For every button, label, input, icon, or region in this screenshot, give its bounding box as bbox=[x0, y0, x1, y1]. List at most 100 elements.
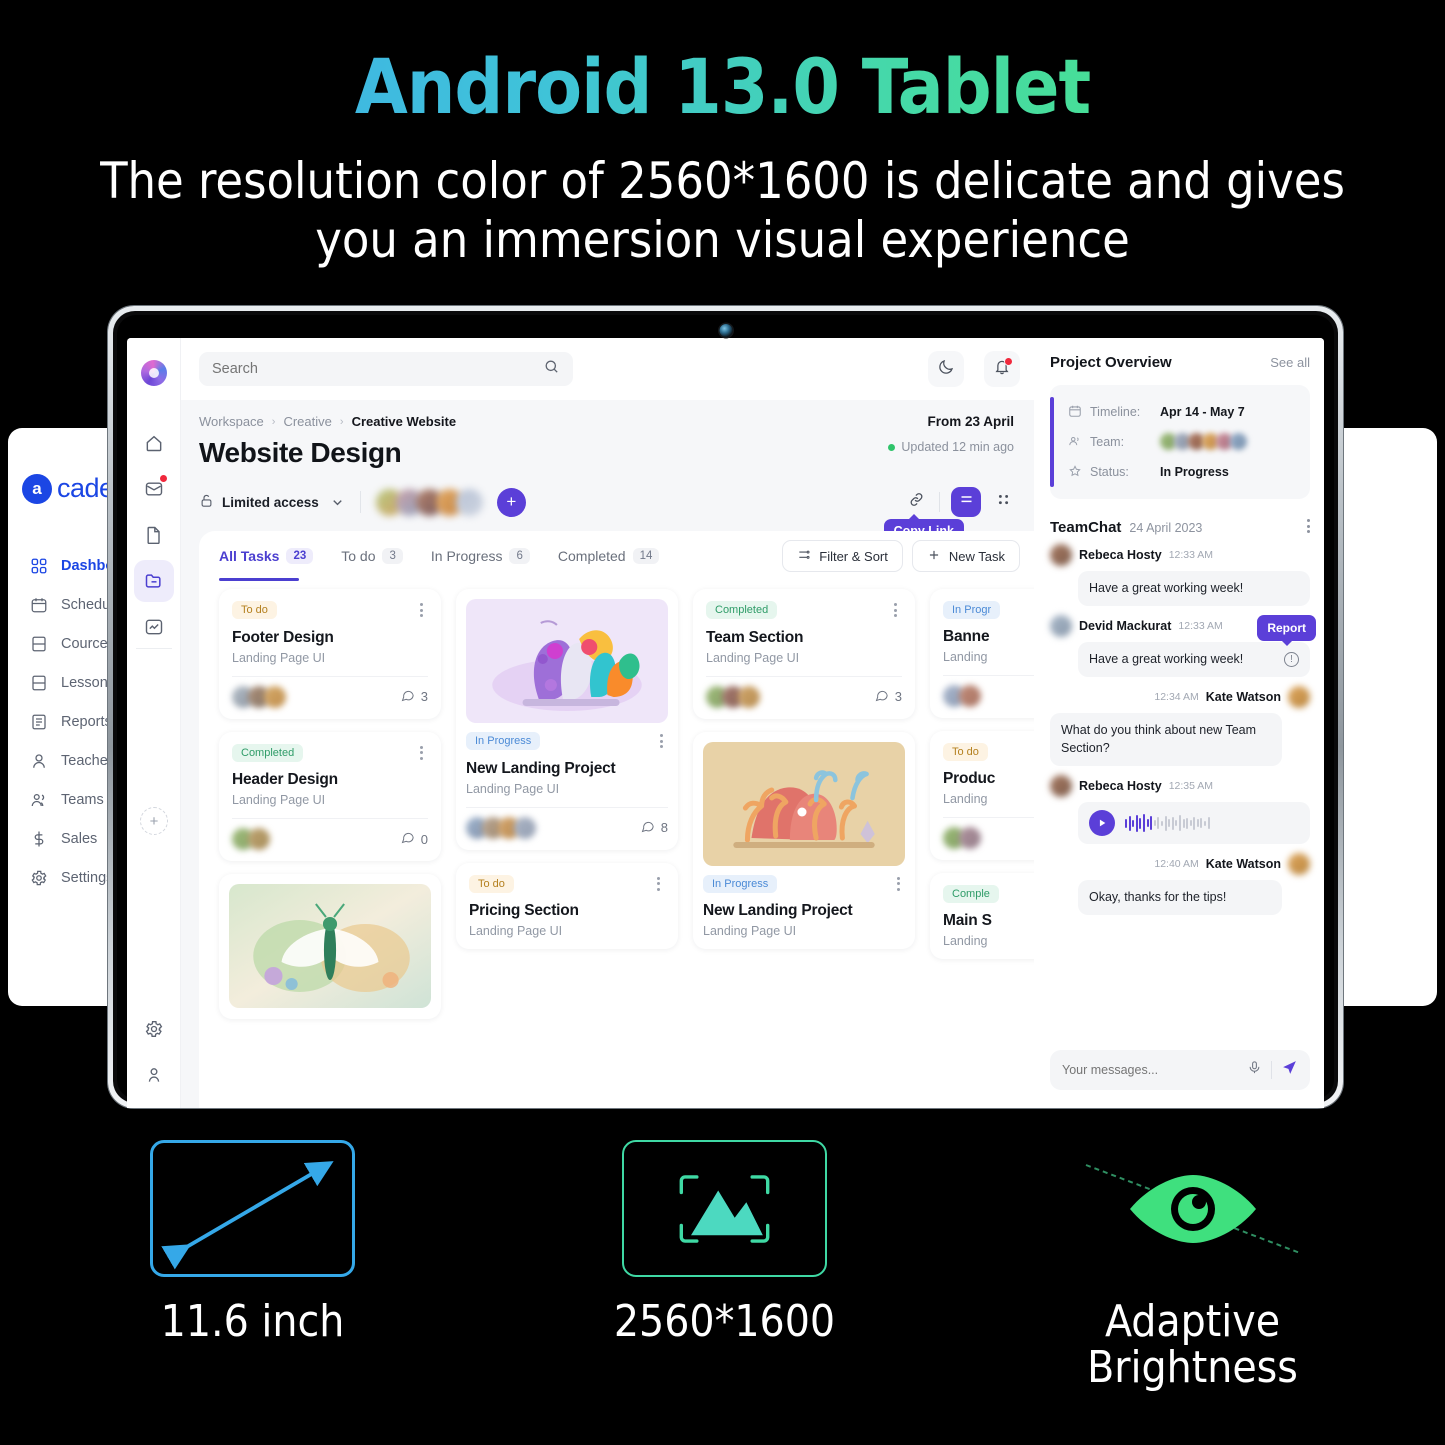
page-subtitle: The resolution color of 2560*1600 is del… bbox=[58, 152, 1388, 270]
divider bbox=[466, 806, 668, 808]
task-card[interactable] bbox=[219, 874, 441, 1019]
message-time: 12:40 AM bbox=[1154, 858, 1199, 870]
task-card[interactable]: In Progress New Landing Project Landing … bbox=[693, 731, 915, 949]
card-subtitle: Landing Page UI bbox=[466, 781, 560, 796]
tab-all-tasks[interactable]: All Tasks 23 bbox=[219, 531, 314, 581]
sidebar-label: Sales bbox=[61, 830, 98, 847]
workspace: Workspace › Creative › Creative Website … bbox=[181, 400, 1034, 1108]
voice-message-bubble[interactable] bbox=[1078, 802, 1310, 844]
rail-item-mail[interactable] bbox=[127, 466, 181, 512]
comment-count[interactable]: 3 bbox=[874, 688, 902, 706]
sidebar-label: Teams bbox=[61, 791, 104, 808]
grid-view-button[interactable] bbox=[992, 491, 1014, 513]
card-title: New Landing Project bbox=[703, 902, 853, 919]
divider bbox=[1271, 1061, 1272, 1079]
access-label: Limited access bbox=[222, 494, 319, 510]
report-tooltip[interactable]: Report bbox=[1257, 614, 1316, 646]
rail-item-analytics[interactable] bbox=[127, 604, 181, 650]
message-sender: Rebeca Hosty bbox=[1079, 548, 1162, 562]
filter-sort-button[interactable]: Filter & Sort bbox=[782, 540, 903, 572]
theme-toggle-button[interactable] bbox=[928, 351, 964, 387]
comment-count[interactable]: 3 bbox=[400, 688, 428, 706]
message-header: Rebeca Hosty 12:35 AM bbox=[1050, 775, 1310, 797]
notifications-button[interactable] bbox=[984, 351, 1020, 387]
task-card[interactable]: To do Pricing Section Landing Page UI bbox=[456, 862, 678, 949]
date-range-label: From 23 April bbox=[927, 414, 1014, 429]
card-menu-button[interactable] bbox=[651, 875, 665, 894]
play-icon[interactable] bbox=[1089, 810, 1115, 836]
chat-menu-button[interactable] bbox=[1307, 519, 1310, 536]
task-card[interactable]: In Progress New Landing Project Landing … bbox=[456, 589, 678, 850]
breadcrumb-item[interactable]: Workspace bbox=[199, 414, 264, 429]
task-card[interactable]: To do Footer Design Landing Page UI 3 bbox=[219, 589, 441, 719]
list-view-button[interactable] bbox=[951, 487, 981, 517]
card-thumbnail bbox=[229, 884, 431, 1008]
rail-item-settings[interactable] bbox=[127, 1006, 181, 1052]
divider bbox=[939, 492, 940, 512]
rail-item-account[interactable] bbox=[127, 1052, 181, 1098]
add-member-button[interactable]: + bbox=[140, 807, 168, 835]
tab-to-do[interactable]: To do 3 bbox=[341, 531, 403, 581]
rail-item-projects[interactable] bbox=[127, 558, 181, 604]
search-icon[interactable] bbox=[543, 358, 560, 380]
add-member-button[interactable]: + bbox=[496, 487, 526, 517]
app-icon-rail: + bbox=[127, 338, 181, 1108]
card-header: Completed bbox=[706, 601, 902, 620]
task-card[interactable]: Comple Main S Landing bbox=[930, 873, 1034, 959]
breadcrumb-item[interactable]: Creative bbox=[283, 414, 331, 429]
send-icon[interactable] bbox=[1281, 1059, 1298, 1081]
access-selector[interactable]: Limited access bbox=[199, 493, 345, 511]
calendar-icon bbox=[1068, 404, 1082, 421]
academix-logo-mark: a bbox=[22, 473, 52, 504]
card-menu-button[interactable] bbox=[414, 601, 428, 620]
rail-item-files[interactable] bbox=[127, 512, 181, 558]
team-avatars bbox=[1160, 433, 1256, 451]
new-task-button[interactable]: New Task bbox=[911, 540, 1020, 572]
label-text: Status: bbox=[1090, 465, 1129, 479]
chat-date: 24 April 2023 bbox=[1129, 520, 1203, 535]
card-footer: 0 bbox=[232, 828, 428, 850]
label-text: Team: bbox=[1090, 435, 1125, 449]
chat-message: 12:40 AM Kate Watson Okay, thanks for th… bbox=[1050, 853, 1310, 915]
avatar bbox=[738, 685, 760, 708]
overview-header: Project Overview See all bbox=[1050, 354, 1310, 371]
card-menu-button[interactable] bbox=[888, 601, 902, 620]
avatar bbox=[264, 685, 286, 708]
mic-icon[interactable] bbox=[1247, 1060, 1262, 1080]
divider bbox=[706, 675, 902, 677]
search-box[interactable] bbox=[199, 352, 573, 386]
tab-in-progress[interactable]: In Progress 6 bbox=[431, 531, 530, 581]
task-card[interactable]: Completed Header Design Landing Page UI bbox=[219, 731, 441, 861]
tab-count: 14 bbox=[632, 548, 660, 564]
comment-count[interactable]: 8 bbox=[640, 819, 668, 837]
board-column: Completed Team Section Landing Page UI 3… bbox=[693, 589, 915, 1019]
search-input[interactable] bbox=[212, 361, 543, 377]
task-panel: All Tasks 23 To do 3 In Progress 6 Compl… bbox=[199, 531, 1034, 1108]
feature-label: 2560*1600 bbox=[613, 1296, 836, 1347]
task-card[interactable]: To do Produc Landing bbox=[930, 731, 1034, 860]
image-resolution-icon bbox=[622, 1140, 827, 1277]
card-menu-button[interactable] bbox=[891, 875, 905, 894]
card-menu-button[interactable] bbox=[654, 732, 668, 751]
rail-item-home[interactable] bbox=[127, 420, 181, 466]
card-subtitle: Landing bbox=[943, 792, 988, 806]
card-header: Completed bbox=[232, 743, 428, 763]
message-composer[interactable] bbox=[1050, 1050, 1310, 1090]
message-input[interactable] bbox=[1062, 1063, 1238, 1077]
task-card[interactable]: Completed Team Section Landing Page UI 3 bbox=[693, 589, 915, 719]
card-header: To do bbox=[232, 601, 428, 620]
report-icon[interactable]: ! bbox=[1284, 651, 1299, 667]
see-all-link[interactable]: See all bbox=[1270, 355, 1310, 370]
copy-link-button[interactable] bbox=[904, 490, 928, 514]
avatar[interactable] bbox=[455, 488, 483, 516]
card-subtitle: Landing bbox=[943, 650, 988, 664]
task-card[interactable]: In Progr Banne Landing bbox=[930, 589, 1034, 718]
avatar bbox=[1050, 544, 1072, 566]
chat-message: 12:34 AM Kate Watson What do you think a… bbox=[1050, 685, 1310, 766]
breadcrumb-item-current: Creative Website bbox=[351, 414, 457, 429]
card-title: Produc bbox=[943, 770, 996, 787]
card-menu-button[interactable] bbox=[414, 744, 428, 763]
status-badge: Completed bbox=[706, 601, 778, 619]
comment-count[interactable]: 0 bbox=[400, 830, 428, 848]
tab-completed[interactable]: Completed 14 bbox=[558, 531, 660, 581]
